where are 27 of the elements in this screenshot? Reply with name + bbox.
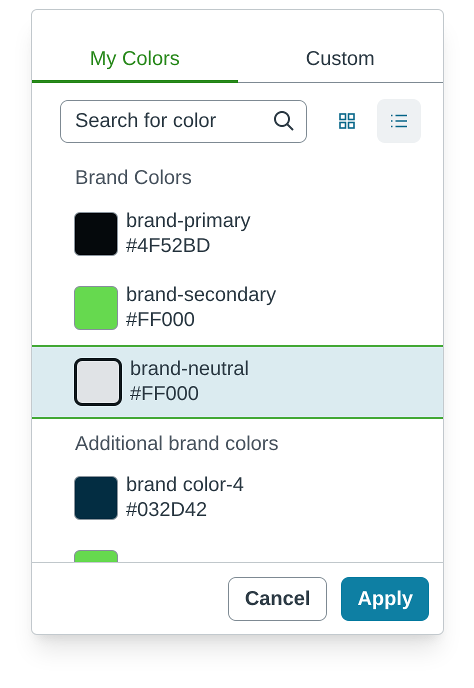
color-hex: #FF000 — [126, 308, 196, 333]
search-icon — [273, 110, 295, 132]
color-row[interactable]: brand color-4 #032D42 — [32, 461, 443, 535]
color-swatch[interactable] — [74, 358, 122, 406]
color-swatch[interactable] — [74, 286, 118, 330]
search-field[interactable]: Search for color — [60, 100, 307, 142]
tab[interactable]: My Colors — [32, 44, 238, 83]
color-swatch[interactable] — [74, 476, 118, 520]
apply-button[interactable]: Apply — [341, 576, 429, 620]
list-icon — [390, 114, 408, 128]
color-hex: #FF000 — [130, 382, 200, 407]
color-name: brand color-4 — [126, 473, 244, 498]
tab[interactable]: Custom — [238, 44, 443, 83]
color-hex: #032D42 — [126, 498, 208, 523]
list-view-button[interactable] — [377, 99, 421, 143]
color-row[interactable]: brand-secondary #FF000 — [32, 271, 443, 345]
grid-icon — [339, 113, 355, 129]
color-name: brand-primary — [126, 209, 250, 234]
color-name: brand-secondary — [126, 283, 276, 308]
cancel-button[interactable]: Cancel — [228, 576, 328, 620]
color-row[interactable]: brand-neutral #FF000 — [32, 345, 443, 419]
color-hex: #4F52BD — [126, 234, 212, 259]
color-swatch[interactable] — [74, 212, 118, 256]
section-heading: Additional brand colors — [74, 432, 280, 457]
section-heading: Brand Colors — [74, 166, 193, 191]
color-row[interactable]: brand-primary #4F52BD — [32, 197, 443, 271]
color-name: brand-neutral — [130, 357, 249, 382]
